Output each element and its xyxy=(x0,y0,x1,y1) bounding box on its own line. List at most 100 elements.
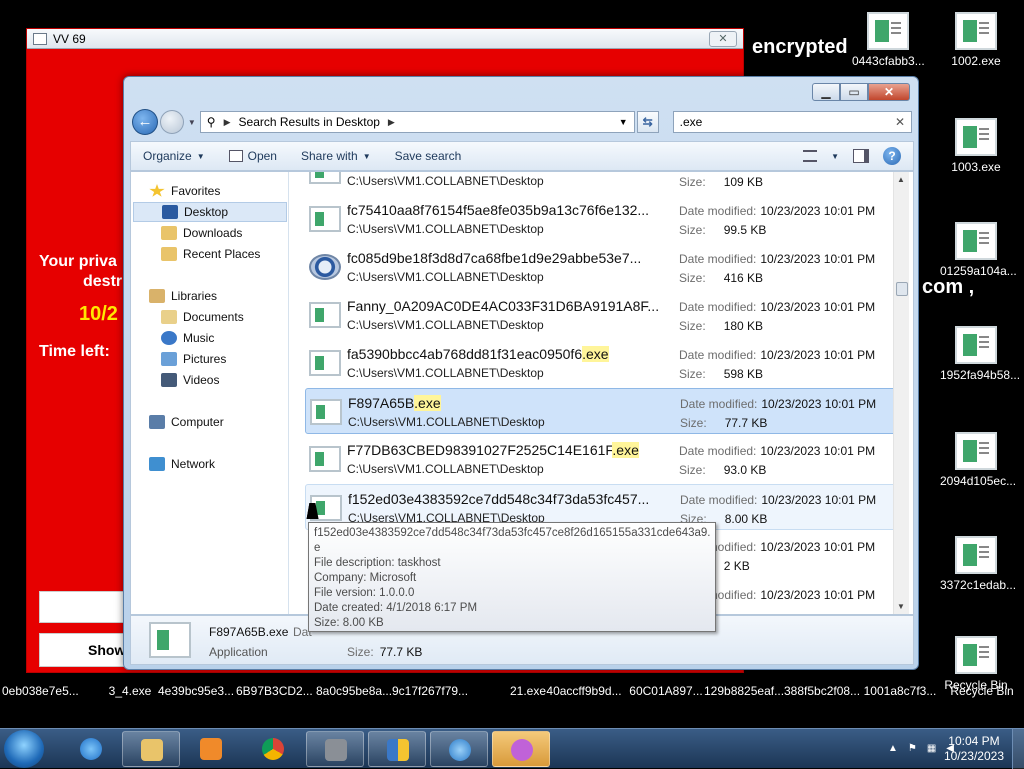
breadcrumb-arrow-icon-2[interactable]: ▶ xyxy=(388,117,395,128)
desktop-icon-label-bottom[interactable]: 129b8825eaf... xyxy=(704,684,784,698)
minimize-button[interactable]: ▁ xyxy=(812,83,840,101)
scroll-thumb[interactable] xyxy=(896,282,908,296)
open-icon xyxy=(228,150,243,162)
file-row[interactable]: fa5390bbcc4ab768dd81f31eac0950f6.exe C:\U… xyxy=(305,340,895,386)
size-value: 416 KB xyxy=(723,271,764,285)
scroll-down-icon[interactable]: ▼ xyxy=(897,602,905,611)
taskbar-security-button[interactable] xyxy=(368,731,426,767)
desktop-icon-item[interactable]: 1003.exe xyxy=(940,118,1012,174)
maximize-button[interactable]: ▭ xyxy=(840,83,868,101)
nav-videos[interactable]: Videos xyxy=(161,373,219,387)
nav-pictures-label: Pictures xyxy=(183,352,227,366)
desktop-icon-label-bottom[interactable]: 388f5bc2f08... xyxy=(784,684,860,698)
application-icon xyxy=(310,399,342,425)
search-highlight: .exe xyxy=(582,346,609,362)
desktop-icon-item[interactable]: 0443cfabb3... xyxy=(852,12,925,68)
taskbar-app2-button[interactable] xyxy=(430,731,488,767)
file-path: C:\Users\VM1.COLLABNET\Desktop xyxy=(347,318,544,332)
file-name-base: fc085d9be18f3d8d7ca68fbe1d9e29abbe53e7..… xyxy=(347,250,642,266)
back-button[interactable]: ← xyxy=(132,109,158,135)
close-button[interactable]: ✕ xyxy=(868,83,910,101)
address-dropdown-icon[interactable]: ▼ xyxy=(619,117,628,127)
nav-documents-label: Documents xyxy=(183,310,244,324)
clear-search-icon[interactable]: ✕ xyxy=(895,115,905,129)
desktop-icon-item[interactable]: 01259a104a... xyxy=(940,222,1017,278)
scroll-up-icon[interactable]: ▲ xyxy=(897,175,905,184)
save-search-button[interactable]: Save search xyxy=(395,149,462,163)
desktop-icon-label-bottom[interactable]: 40accff9b9d... xyxy=(546,684,622,698)
close-icon[interactable]: ✕ xyxy=(709,30,737,47)
desktop-icon-label-bottom[interactable]: Recycle Bin xyxy=(944,684,1020,698)
start-button[interactable] xyxy=(4,730,44,768)
desktop-icon-label-bottom[interactable]: 0eb038e7e5... xyxy=(2,684,79,698)
refresh-button[interactable]: ⇆ xyxy=(636,111,659,133)
taskbar-explorer-button[interactable] xyxy=(122,731,180,767)
file-row[interactable]: Fanny_0A209AC0DE4AC033F31D6BA9191A8F... C… xyxy=(305,292,895,338)
view-dropdown-icon[interactable]: ▼ xyxy=(831,152,839,161)
desktop-icon-label-bottom[interactable]: 1001a8c7f3... xyxy=(862,684,938,698)
network-tray-icon[interactable]: ▦ xyxy=(927,743,936,754)
tray-arrow-icon[interactable]: ▲ xyxy=(888,743,898,754)
taskbar-ransom-button[interactable] xyxy=(492,731,550,767)
tooltip-line: e xyxy=(314,542,321,554)
date-modified: Date modified: 10/23/2023 10:01 PM xyxy=(679,444,875,458)
forward-button[interactable] xyxy=(159,110,184,134)
file-row[interactable]: fc75410aa8f76154f5ae8fe035b9a13c76f6e132… xyxy=(305,196,895,242)
desktop-icon-label-bottom[interactable]: 9c17f267f79... xyxy=(392,684,468,698)
size-label: Size: xyxy=(680,416,707,430)
ransom-show-button[interactable]: Show xyxy=(39,633,129,667)
preview-pane-icon[interactable] xyxy=(853,149,869,163)
file-row[interactable]: F897A65B.exe C:\Users\VM1.COLLABNET\Deskt… xyxy=(305,388,895,434)
desktop-icon-label-bottom[interactable]: 4e39bc95e3... xyxy=(158,684,234,698)
ransom-titlebar[interactable]: VV 69 ✕ xyxy=(27,29,743,49)
desktop-icon-label-bottom[interactable]: 6B97B3CD2... xyxy=(236,684,313,698)
flag-icon[interactable]: ⚑ xyxy=(908,743,917,754)
file-name-base: Fanny_0A209AC0DE4AC033F31D6BA9191A8F... xyxy=(347,298,660,314)
address-bar[interactable]: ⚲ ▶ Search Results in Desktop ▶ ▼ xyxy=(199,111,635,133)
taskbar-chrome-button[interactable] xyxy=(244,731,302,767)
breadcrumb-arrow-icon[interactable]: ▶ xyxy=(224,117,231,128)
help-icon[interactable]: ? xyxy=(883,147,901,165)
nav-libraries[interactable]: Libraries xyxy=(149,289,217,303)
share-label: Share with xyxy=(300,149,358,163)
size-label: Size: xyxy=(679,271,706,285)
tooltip-line: File version: 1.0.0.0 xyxy=(314,587,415,599)
desktop-icon-label-bottom[interactable]: 8a0c95be8a... xyxy=(316,684,392,698)
tooltip-line: Size: 8.00 KB xyxy=(314,617,384,629)
desktop-icon-label-bottom[interactable]: 60C01A897... xyxy=(628,684,704,698)
desktop-icon-label-bottom[interactable]: 3_4.exe xyxy=(92,684,168,698)
ransom-input-box[interactable] xyxy=(39,591,129,623)
clock[interactable]: 10:04 PM 10/23/2023 xyxy=(944,734,1004,764)
change-view-icon[interactable] xyxy=(803,150,818,162)
nav-computer[interactable]: Computer xyxy=(149,415,224,429)
file-name-base: fa5390bbcc4ab768dd81f31eac0950f6 xyxy=(347,346,583,362)
open-button[interactable]: Open xyxy=(228,149,277,163)
nav-favorites[interactable]: Favorites xyxy=(149,184,220,198)
breadcrumb-search-results[interactable]: Search Results in Desktop xyxy=(239,115,380,129)
nav-network[interactable]: Network xyxy=(149,457,215,471)
taskbar-app-button[interactable] xyxy=(306,731,364,767)
search-input[interactable]: .exe ✕ xyxy=(672,111,912,133)
nav-pictures[interactable]: Pictures xyxy=(161,352,226,366)
desktop-icon-item[interactable]: 2094d105ec... xyxy=(940,432,1016,488)
recent-pages-dropdown[interactable]: ▼ xyxy=(188,118,196,127)
vertical-scrollbar[interactable]: ▲ ▼ xyxy=(893,172,909,614)
nav-music[interactable]: Music xyxy=(161,331,214,345)
executable-icon xyxy=(955,118,997,156)
desktop-icon-item[interactable]: 1952fa94b58... xyxy=(940,326,1020,382)
nav-downloads[interactable]: Downloads xyxy=(161,226,242,240)
taskbar-media-button[interactable] xyxy=(182,731,240,767)
application-icon xyxy=(309,446,341,472)
desktop-icon-item[interactable]: 3372c1edab... xyxy=(940,536,1016,592)
desktop-icon-item[interactable]: 1002.exe xyxy=(940,12,1012,68)
nav-recent-places[interactable]: Recent Places xyxy=(161,247,260,261)
organize-button[interactable]: Organize ▼ xyxy=(143,149,205,163)
nav-documents[interactable]: Documents xyxy=(161,310,244,324)
file-row[interactable]: fc085d9be18f3d8d7ca68fbe1d9e29abbe53e7..… xyxy=(305,244,895,290)
file-row[interactable]: F77DB63CBED98391027F2525C14E161F.exe C:\U… xyxy=(305,436,895,482)
file-row[interactable]: C:\Users\VM1.COLLABNET\Desktop Size: 109 K… xyxy=(305,172,895,194)
show-desktop-button[interactable] xyxy=(1012,729,1024,769)
nav-desktop[interactable]: Desktop xyxy=(133,202,287,222)
taskbar-ie-button[interactable] xyxy=(62,731,120,767)
share-with-button[interactable]: Share with ▼ xyxy=(301,149,371,163)
